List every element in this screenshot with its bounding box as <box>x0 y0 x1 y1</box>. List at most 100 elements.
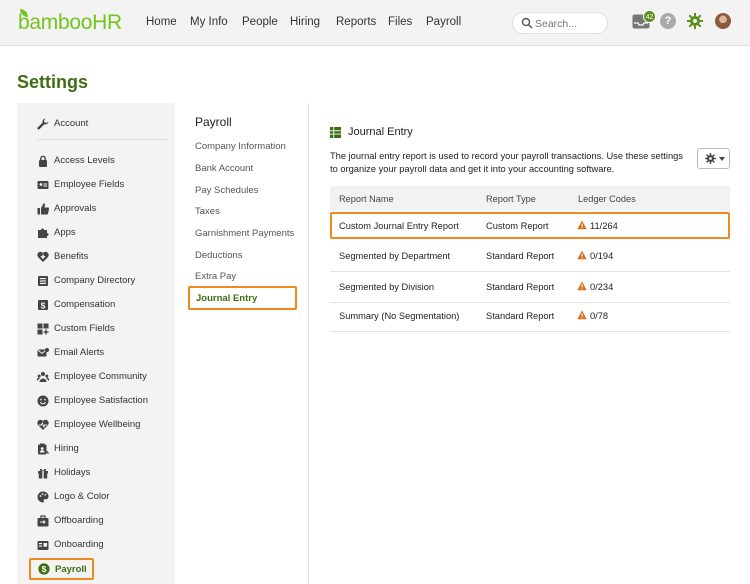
dollar-icon: $ <box>38 300 48 310</box>
subnav-deductions[interactable]: Deductions <box>195 250 243 261</box>
sidebar-item-payroll[interactable]: $ Payroll <box>29 558 94 580</box>
subnav-pay-schedules[interactable]: Pay Schedules <box>195 185 258 196</box>
wrench-icon <box>37 118 49 130</box>
sidebar-item-benefits[interactable]: Benefits <box>17 248 175 268</box>
panel-divider <box>308 103 309 584</box>
subnav-garnishment-payments[interactable]: Garnishment Payments <box>195 228 294 239</box>
warning-icon <box>577 281 587 291</box>
gear-icon[interactable] <box>687 13 703 29</box>
bamboohr-logo[interactable]: bambooHR <box>18 9 122 35</box>
lock-icon <box>39 155 47 167</box>
sidebar-item-label: Holidays <box>54 467 91 478</box>
payroll-dollar-icon: $ <box>38 563 50 575</box>
report-name-cell[interactable]: Segmented by Division <box>339 282 434 292</box>
svg-text:$: $ <box>41 300 46 310</box>
sidebar-item-account[interactable]: Account <box>17 115 175 135</box>
heart-plus-icon <box>37 251 49 262</box>
sidebar-item-label: Offboarding <box>54 515 104 526</box>
logo-text: bambooHR <box>18 11 122 34</box>
sidebar-item-label: Apps <box>54 227 76 238</box>
nav-hiring[interactable]: Hiring <box>290 16 320 28</box>
report-type-cell: Standard Report <box>486 251 555 261</box>
sidebar-item-label: Hiring <box>54 443 79 454</box>
subnav-company-information[interactable]: Company Information <box>195 141 286 152</box>
inbox-count-badge: 42 <box>643 10 656 23</box>
nav-reports[interactable]: Reports <box>336 16 376 28</box>
ledger-codes-cell: 0/78 <box>590 311 609 321</box>
subnav-title: Payroll <box>195 115 232 129</box>
sidebar-item-onboarding[interactable]: Onboarding <box>17 536 175 556</box>
sidebar-item-employee-fields[interactable]: Employee Fields <box>17 176 175 196</box>
report-type-cell: Standard Report <box>486 311 555 321</box>
content-title: Journal Entry <box>348 126 413 138</box>
subnav-taxes[interactable]: Taxes <box>195 206 220 217</box>
sidebar-item-approvals[interactable]: Approvals <box>17 200 175 220</box>
ledger-codes-cell: 11/264 <box>590 221 618 231</box>
sidebar-item-label: Employee Fields <box>54 179 125 190</box>
wellbeing-icon <box>37 419 49 430</box>
subnav-extra-pay[interactable]: Extra Pay <box>195 271 236 282</box>
sidebar-item-label: Access Levels <box>54 155 115 166</box>
sidebar-item-logo-color[interactable]: Logo & Color <box>17 488 175 508</box>
sidebar-item-custom-fields[interactable]: Custom Fields <box>17 320 175 340</box>
sidebar-item-label: Employee Community <box>54 371 147 382</box>
sidebar-item-hiring[interactable]: Hiring <box>17 440 175 460</box>
id-card-icon <box>37 181 49 189</box>
nav-people[interactable]: People <box>242 16 278 28</box>
sidebar-item-apps[interactable]: Apps <box>17 224 175 244</box>
table-row[interactable]: Custom Journal Entry Report Custom Repor… <box>330 212 730 239</box>
sidebar-item-label: Onboarding <box>54 539 104 550</box>
subnav-journal-entry[interactable]: Journal Entry <box>188 286 297 310</box>
svg-text:$: $ <box>42 564 47 574</box>
top-navigation-bar: bambooHR Home My Info People Hiring Repo… <box>0 0 750 46</box>
sidebar-item-label: Custom Fields <box>54 323 115 334</box>
nav-home[interactable]: Home <box>146 16 177 28</box>
sidebar-item-label: Payroll <box>55 564 87 575</box>
custom-fields-icon <box>37 323 49 335</box>
column-header-report-type: Report Type <box>486 194 536 204</box>
subnav-bank-account[interactable]: Bank Account <box>195 163 253 174</box>
report-name-cell[interactable]: Summary (No Segmentation) <box>339 311 459 321</box>
help-icon[interactable]: ? <box>660 13 676 29</box>
search-icon <box>521 17 533 29</box>
sidebar-item-email-alerts[interactable]: Email Alerts <box>17 344 175 364</box>
report-type-cell: Standard Report <box>486 282 555 292</box>
nav-files[interactable]: Files <box>388 16 412 28</box>
avatar[interactable] <box>715 13 731 29</box>
sidebar-item-employee-community[interactable]: Employee Community <box>17 368 175 388</box>
search-input[interactable] <box>535 16 605 31</box>
sidebar-item-label: Company Directory <box>54 275 136 286</box>
column-header-report-name: Report Name <box>339 194 394 204</box>
nav-my-info[interactable]: My Info <box>190 16 228 28</box>
onboarding-icon <box>37 541 49 550</box>
sidebar-item-employee-wellbeing[interactable]: Employee Wellbeing <box>17 416 175 436</box>
table-row[interactable]: Segmented by Department Standard Report … <box>330 241 730 272</box>
sidebar-divider <box>37 139 167 140</box>
report-name-cell[interactable]: Custom Journal Entry Report <box>339 221 459 231</box>
email-alert-icon <box>37 348 49 357</box>
sidebar-item-compensation[interactable]: $ Compensation <box>17 296 175 316</box>
sidebar-item-access-levels[interactable]: Access Levels <box>17 152 175 172</box>
search-box[interactable] <box>512 12 608 34</box>
table-row[interactable]: Segmented by Division Standard Report 0/… <box>330 272 730 303</box>
gift-icon <box>38 468 48 479</box>
directory-icon <box>38 276 48 286</box>
nav-payroll[interactable]: Payroll <box>426 16 461 28</box>
table-header: Report Name Report Type Ledger Codes <box>330 186 730 211</box>
report-type-cell: Custom Report <box>486 221 549 231</box>
sidebar-item-company-directory[interactable]: Company Directory <box>17 272 175 292</box>
sidebar-item-offboarding[interactable]: Offboarding <box>17 512 175 532</box>
sidebar-item-employee-satisfaction[interactable]: Employee Satisfaction <box>17 392 175 412</box>
sidebar-item-label: Email Alerts <box>54 347 105 358</box>
sidebar-item-label: Compensation <box>54 299 116 310</box>
settings-dropdown-button[interactable] <box>697 148 730 169</box>
sidebar-item-label: Account <box>54 118 89 129</box>
gear-icon <box>705 153 716 164</box>
sidebar-item-holidays[interactable]: Holidays <box>17 464 175 484</box>
ledger-codes-cell: 0/234 <box>590 282 614 292</box>
thumbs-up-icon <box>37 203 49 215</box>
report-name-cell[interactable]: Segmented by Department <box>339 251 450 261</box>
smiley-icon <box>37 395 49 407</box>
settings-sidebar: Account Access Levels Employee Fields Ap… <box>17 103 175 584</box>
table-row[interactable]: Summary (No Segmentation) Standard Repor… <box>330 301 730 332</box>
